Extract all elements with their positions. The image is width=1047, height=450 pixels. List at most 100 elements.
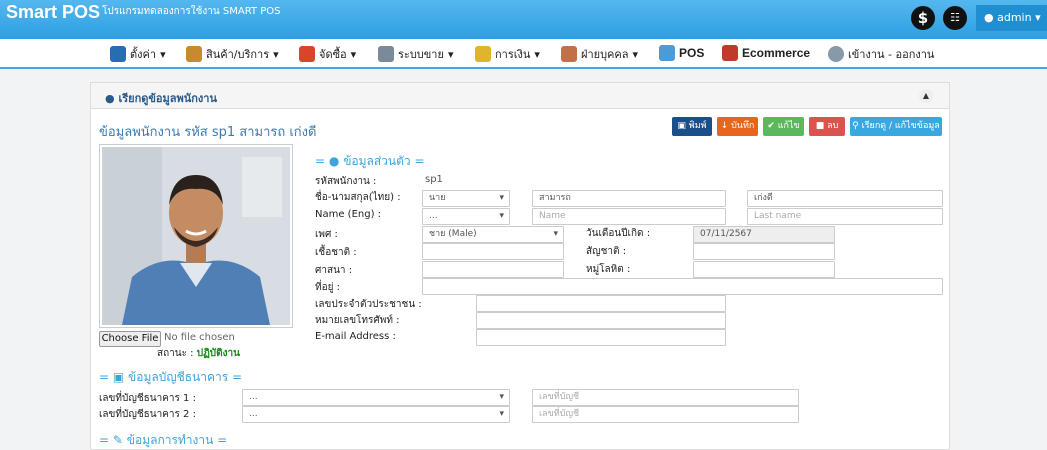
- nav-purchase[interactable]: จัดซื้อ ▾: [299, 45, 356, 63]
- gender-label: เพศ :: [315, 229, 338, 240]
- chevron-down-icon: ▾: [160, 47, 166, 61]
- nav-hr[interactable]: ฝ่ายบุคคล ▾: [561, 45, 638, 63]
- top-bar: Smart POS โปรแกรมทดลองการใช้งาน SMART PO…: [0, 0, 1047, 39]
- search-icon: ⚲: [852, 121, 859, 131]
- prefix-th-select[interactable]: นาย: [422, 190, 510, 207]
- section-title-text: ข้อมูลบัญชีธนาคาร: [128, 370, 229, 384]
- products-icon: [186, 46, 202, 62]
- chevron-down-icon: ▾: [534, 47, 540, 61]
- religion-label: ศาสนา :: [315, 265, 353, 276]
- pencil-icon: ✎: [112, 433, 123, 447]
- nav-label: ตั้งค่า: [130, 48, 157, 61]
- nav-attendance[interactable]: เข้างาน - ออกงาน: [828, 45, 934, 63]
- collapse-icon[interactable]: ▲: [919, 89, 933, 103]
- nav-products[interactable]: สินค้า/บริการ ▾: [186, 45, 279, 63]
- edit-button[interactable]: ✔ แก้ไข: [763, 117, 804, 136]
- section-title-text: ข้อมูลส่วนตัว: [343, 154, 411, 168]
- account-1-label: เลขที่บัญชีธนาคาร 1 :: [99, 393, 196, 404]
- search-edit-button[interactable]: ⚲ เรียกดู / แก้ไขข้อมูล: [850, 117, 942, 136]
- user-menu[interactable]: ● admin ▾: [976, 5, 1047, 31]
- prefix-en-select[interactable]: ...: [422, 208, 510, 225]
- nav-label: จัดซื้อ: [319, 48, 347, 61]
- print-button[interactable]: ▣ พิมพ์: [672, 117, 712, 136]
- name-en-label: Name (Eng) :: [315, 209, 382, 220]
- nav-label: ฝ่ายบุคคล: [581, 48, 629, 61]
- bank-section-title: = ▣ ข้อมูลบัญชีธนาคาร =: [99, 370, 243, 384]
- dollar-icon[interactable]: $: [911, 6, 935, 30]
- no-file-text: No file chosen: [164, 332, 235, 343]
- task-list-icon[interactable]: ☷: [943, 6, 967, 30]
- nav-label: ระบบขาย: [398, 48, 444, 61]
- last-name-th-input[interactable]: เก่งดี: [747, 190, 943, 207]
- delete-button[interactable]: ■ ลบ: [809, 117, 845, 136]
- id-card-label: เลขประจำตัวประชาชน :: [315, 299, 422, 310]
- nav-sales[interactable]: ระบบขาย ▾: [378, 45, 453, 63]
- first-name-en-input[interactable]: Name: [532, 208, 726, 225]
- personal-section-title: = ● ข้อมูลส่วนตัว =: [315, 154, 425, 168]
- app-subtitle: โปรแกรมทดลองการใช้งาน SMART POS: [102, 6, 281, 17]
- code-label: รหัสพนักงาน :: [315, 176, 377, 187]
- user-icon: ●: [984, 11, 994, 24]
- id-card-input[interactable]: [476, 295, 726, 312]
- nav-label: การเงิน: [495, 48, 531, 61]
- user-name: admin: [997, 11, 1032, 24]
- account-1-input[interactable]: เลขที่บัญชี: [532, 389, 799, 406]
- bank-1-select[interactable]: ...: [242, 389, 510, 406]
- briefcase-icon: ▣: [112, 370, 125, 384]
- chevron-down-icon: ▾: [632, 47, 639, 61]
- nav-settings[interactable]: ตั้งค่า ▾: [110, 45, 166, 63]
- download-icon: ↓: [720, 121, 729, 131]
- chevron-down-icon: ▾: [273, 47, 279, 61]
- nav-pos[interactable]: POS: [659, 45, 704, 61]
- save-label: บันทึก: [731, 121, 755, 131]
- birth-label: วันเดือนปีเกิด :: [586, 228, 651, 239]
- save-button[interactable]: ↓ บันทึก: [717, 117, 758, 136]
- first-name-th-input[interactable]: สามารถ: [532, 190, 726, 207]
- employee-panel: ● เรียกดูข้อมูลพนักงาน ▲ ข้อมูลพนักงาน ร…: [90, 82, 950, 450]
- phone-input[interactable]: [476, 312, 726, 329]
- bank-2-select[interactable]: ...: [242, 406, 510, 423]
- birth-date-input[interactable]: 07/11/2567: [693, 226, 835, 243]
- chevron-down-icon: ▾: [1035, 11, 1041, 24]
- print-icon: ▣: [677, 121, 686, 131]
- user-icon: ●: [328, 154, 340, 168]
- email-label: E-mail Address :: [315, 331, 396, 342]
- status-label: สถานะ :: [157, 348, 194, 359]
- race-input[interactable]: [422, 243, 564, 260]
- blood-label: หมู่โลหิต :: [586, 264, 631, 275]
- status: สถานะ : ปฏิบัติงาน: [157, 346, 240, 361]
- panel-title: ● เรียกดูข้อมูลพนักงาน: [105, 89, 217, 107]
- attendance-icon: [828, 46, 844, 62]
- last-name-en-input[interactable]: Last name: [747, 208, 943, 225]
- religion-input[interactable]: [422, 261, 564, 278]
- edit-label: แก้ไข: [777, 121, 800, 131]
- print-label: พิมพ์: [688, 121, 707, 131]
- work-section-title: = ✎ ข้อมูลการทำงาน =: [99, 433, 228, 447]
- code-value: sp1: [425, 174, 443, 185]
- brand-logo[interactable]: Smart POS: [6, 2, 100, 23]
- blood-type-input[interactable]: [693, 261, 835, 278]
- delete-label: ลบ: [827, 121, 839, 131]
- nationality-input[interactable]: [693, 243, 835, 260]
- address-input[interactable]: [422, 278, 943, 295]
- race-label: เชื้อชาติ :: [315, 247, 357, 258]
- nav-finance[interactable]: การเงิน ▾: [475, 45, 540, 63]
- chevron-down-icon: ▾: [447, 47, 454, 61]
- finance-icon: [475, 46, 491, 62]
- nav-label: เข้างาน - ออกงาน: [848, 48, 935, 61]
- panel-title-text: เรียกดูข้อมูลพนักงาน: [118, 92, 217, 105]
- trash-icon: ■: [815, 121, 825, 131]
- gender-select[interactable]: ชาย (Male): [422, 226, 564, 243]
- phone-label: หมายเลขโทรศัพท์ :: [315, 315, 400, 326]
- choose-file-button[interactable]: Choose File: [99, 331, 161, 347]
- nav-ecommerce[interactable]: Ecommerce: [722, 45, 810, 61]
- account-2-input[interactable]: เลขที่บัญชี: [532, 406, 799, 423]
- section-title-text: ข้อมูลการทำงาน: [126, 433, 214, 447]
- nationality-label: สัญชาติ :: [586, 246, 627, 257]
- email-input[interactable]: [476, 329, 726, 346]
- employee-heading: ข้อมูลพนักงาน รหัส sp1 สามารถ เก่งดี: [99, 125, 317, 140]
- ecommerce-icon: [722, 45, 738, 61]
- address-label: ที่อยู่ :: [315, 282, 341, 293]
- search-label: เรียกดู / แก้ไขข้อมูล: [861, 121, 940, 131]
- employee-photo: [99, 144, 293, 328]
